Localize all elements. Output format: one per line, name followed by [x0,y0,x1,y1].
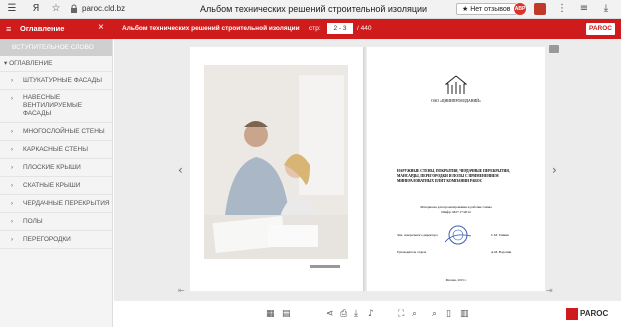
sign-1-name: С.М. Гликин [491,233,509,237]
sidebar-item-label: ПЕРЕГОРОДКИ [23,236,71,243]
sidebar-item-frame-walls[interactable]: › КАРКАСНЫЕ СТЕНЫ [0,141,112,159]
sidebar-item-label: КАРКАСНЫЕ СТЕНЫ [23,146,88,153]
sidebar-item-label: СКАТНЫЕ КРЫШИ [23,182,81,189]
yandex-icon[interactable]: Я [30,3,42,15]
page-label: стр: [309,25,321,32]
chevron-right-icon: › [11,96,13,102]
sidebar-item-attic-floors[interactable]: › ЧЕРДАЧНЫЕ ПЕРЕКРЫТИЯ [0,195,112,213]
sidebar-item-pitched-roofs[interactable]: › СКАТНЫЕ КРЫШИ [0,177,112,195]
sign-1-role: Зам. генерального директора [397,233,438,237]
chevron-right-icon: › [11,201,13,207]
download-pdf-icon[interactable]: ⤓ [354,309,358,319]
sidebar-item-label: ЧЕРДАЧНЫЕ ПЕРЕКРЫТИЯ [23,200,110,207]
page-total: / 440 [357,25,372,32]
doc-title: НАРУЖНЫЕ СТЕНЫ, ПОКРЫТИЯ, ЧЕРДАЧНЫЕ ПЕРЕ… [397,169,510,183]
sidebar-item-label: ПЛОСКИЕ КРЫШИ [23,164,81,171]
bookmarks-icon[interactable]: ≡ [578,3,590,15]
sidebar-intro[interactable]: ВСТУПИТЕЛЬНОЕ СЛОВО [0,39,112,56]
extensions-menu-icon[interactable]: ⋮ [556,3,568,15]
paroc-button[interactable]: PAROC [586,23,615,35]
paroc-brand-text: PAROC [580,309,609,318]
share-icon[interactable]: ⋖ [326,309,334,319]
sidebar-item-flat-roofs[interactable]: › ПЛОСКИЕ КРЫШИ [0,159,112,177]
doc-organization: ОАО «ЦНИИПРОМЗДАНИЙ» [431,99,481,103]
hamburger-icon[interactable]: ≡ [6,23,11,35]
sidebar-item-floors[interactable]: › ПОЛЫ [0,213,112,231]
reviews-button[interactable]: ★ Нет отзывов [456,3,517,15]
sign-2-role: Руководитель отдела [397,250,427,254]
doc-subtitle: Материалы для проектирования и рабочие с… [367,205,545,215]
sidebar-item-label: ПОЛЫ [23,218,43,225]
print-icon[interactable]: ⎙ [340,309,347,319]
sidebar-item-label: НАВЕСНЫЕ ВЕНТИЛИРУЕМЫЕ ФАСАДЫ [23,94,83,117]
bottom-toolbar: ▦ ▤ ⋖ ⎙ ⤓ ♪ ⛶ ⌕ ⌕ ▯ ▥ [114,301,621,327]
book-reader: ‹ › ОАО «ЦНИИПРОМЗДАНИЙ» НАРУЖНЫЕ СТЕНЫ,… [114,39,621,301]
notes-icon[interactable]: ▤ [282,309,291,319]
paroc-logo-icon [566,308,578,320]
zoom-icon[interactable]: ⌕ [412,309,417,319]
app-header: ≡ Оглавление × Альбом технических решени… [0,19,621,39]
star-icon[interactable]: ☆ [50,3,62,15]
page-left[interactable] [190,47,363,291]
address-bar[interactable]: paroc.cld.bz [82,4,125,13]
browser-bar: ☰ Я ☆ paroc.cld.bz Альбом технических ре… [0,0,621,19]
sign-2-name: А.М. Воронин [491,250,512,254]
sidebar-item-ventilated-facades[interactable]: › НАВЕСНЫЕ ВЕНТИЛИРУЕМЫЕ ФАСАДЫ [0,90,112,123]
page-right[interactable]: ОАО «ЦНИИПРОМЗДАНИЙ» НАРУЖНЫЕ СТЕНЫ, ПОК… [367,47,545,291]
close-icon[interactable]: × [98,22,104,33]
sidebar-item-multilayer-walls[interactable]: › МНОГОСЛОЙНЫЕ СТЕНЫ [0,123,112,141]
sidebar-item-label: МНОГОСЛОЙНЫЕ СТЕНЫ [23,128,105,135]
page-footer-logo [310,265,340,268]
chevron-right-icon: › [11,219,13,225]
doc-code: Шифр: М27.17/2014 [441,210,471,214]
double-page-icon[interactable]: ▥ [460,309,469,319]
download-icon[interactable]: ⤓ [600,3,612,15]
sound-icon[interactable]: ♪ [368,309,374,319]
lock-icon [71,4,77,13]
chevron-right-icon: › [11,147,13,153]
sidebar-item-plaster-facades[interactable]: › ШТУКАТУРНЫЕ ФАСАДЫ [0,72,112,90]
photo-illustration [204,65,348,259]
page-tab-title: Альбом технических решений строительной … [200,4,428,14]
sidebar-item-partitions[interactable]: › ПЕРЕГОРОДКИ [0,231,112,249]
adblock-icon[interactable]: ABP [514,3,526,15]
last-page-icon[interactable]: ⇥ [546,286,553,295]
page-input[interactable] [327,23,353,34]
sidebar-item-label: ШТУКАТУРНЫЕ ФАСАДЫ [23,77,102,84]
toc-sidebar: ВСТУПИТЕЛЬНОЕ СЛОВО ▾ ОГЛАВЛЕНИЕ › ШТУКАТ… [0,39,113,327]
thumbnails-icon[interactable]: ▦ [266,309,275,319]
doc-footer: Москва, 2015 г. [445,278,467,282]
single-page-icon[interactable]: ▯ [446,309,451,319]
fullscreen-icon[interactable]: ⛶ [398,309,404,319]
menu-icon[interactable]: ☰ [6,3,18,15]
prev-page-arrow-icon[interactable]: ‹ [178,163,183,177]
search-document-icon[interactable]: ⌕ [432,309,437,319]
institute-logo [445,75,467,94]
chevron-right-icon: › [11,165,13,171]
sidebar-toc-head-label: ОГЛАВЛЕНИЕ [9,60,53,67]
comment-icon[interactable] [549,45,559,53]
sidebar-toc-head[interactable]: ▾ ОГЛАВЛЕНИЕ [0,56,112,72]
office-photo [204,65,348,259]
first-page-icon[interactable]: ⇤ [178,286,185,295]
extension-icon[interactable] [534,3,546,15]
chevron-right-icon: › [11,237,13,243]
chevron-right-icon: › [11,78,13,84]
chevron-right-icon: › [11,129,13,135]
next-page-arrow-icon[interactable]: › [552,163,557,177]
blue-stamp [445,225,471,245]
toc-toggle[interactable]: Оглавление [20,24,64,33]
chevron-right-icon: › [11,183,13,189]
document-title: Альбом технических решений строительной … [122,25,300,32]
